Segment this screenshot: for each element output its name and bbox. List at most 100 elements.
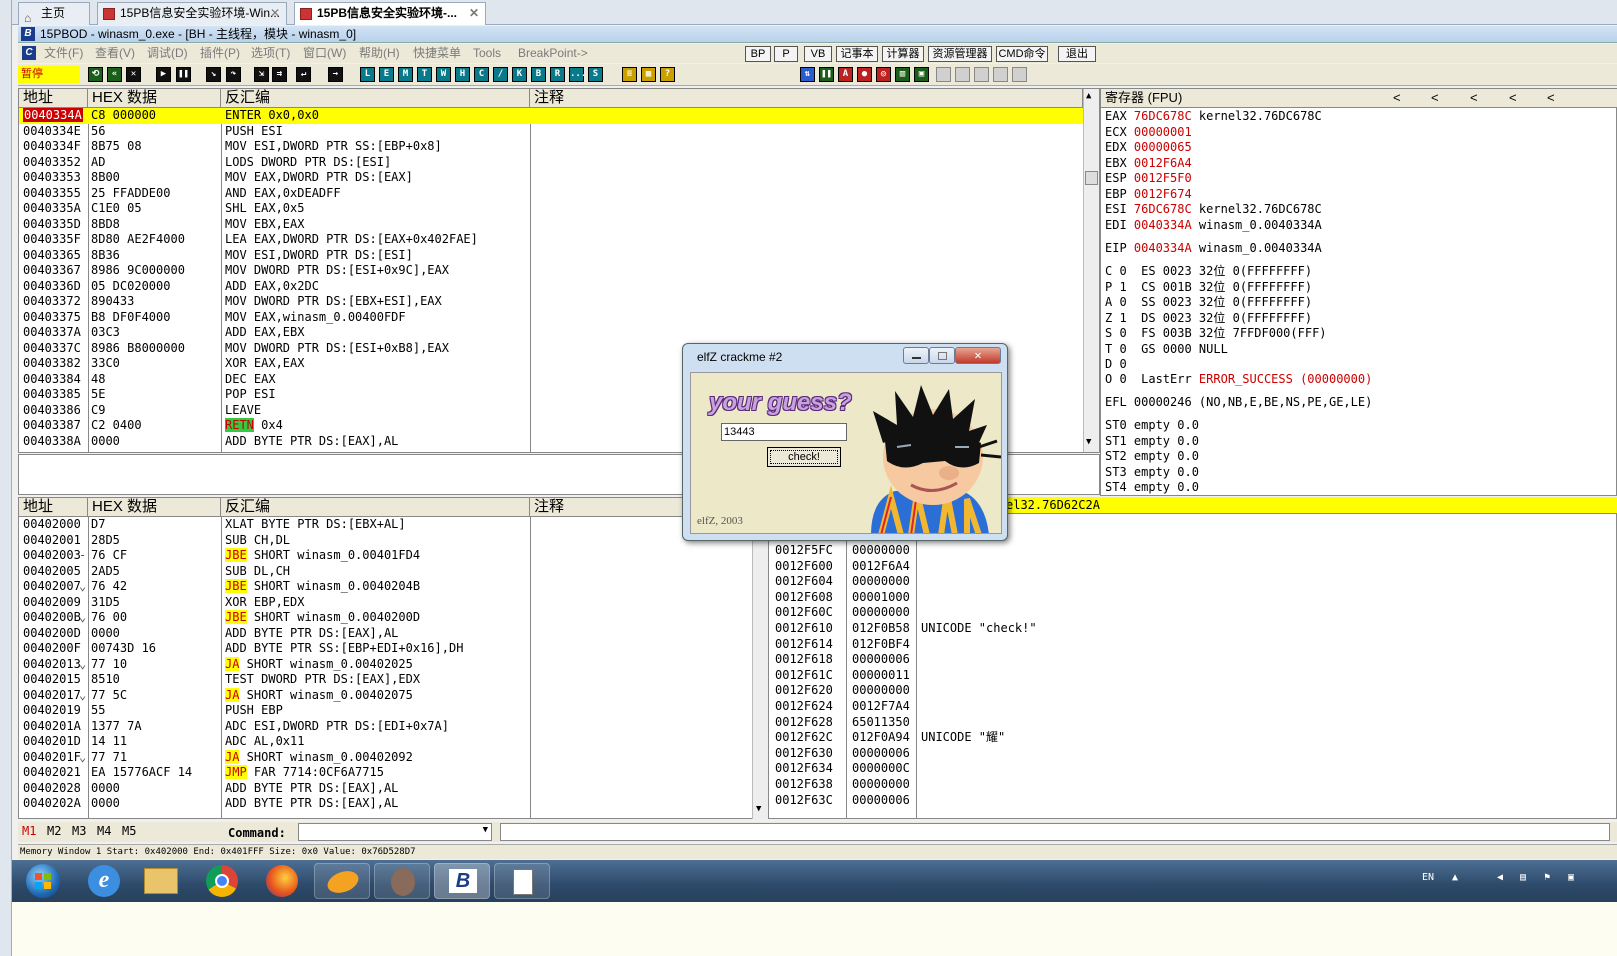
disasm-row[interactable]: 0040200F 00743D 16 ADD BYTE PTR SS:[EBP+ED… xyxy=(19,641,767,657)
disasm-row[interactable]: 00402001 28D5 SUB CH,DL xyxy=(19,533,767,549)
taskbar-od-app[interactable]: B xyxy=(434,863,490,899)
disasm-row[interactable]: 0040200D 0000 ADD BYTE PTR DS:[EAX],AL xyxy=(19,626,767,642)
disasm-row[interactable]: 0040335D 8BD8 MOV EBX,EAX xyxy=(19,217,1083,233)
start-orb-icon[interactable] xyxy=(26,864,60,898)
step-into-icon[interactable]: ↘ xyxy=(206,67,221,82)
scroll-up-icon[interactable]: ▲ xyxy=(1086,91,1091,101)
close-icon[interactable]: ✕ xyxy=(469,3,479,24)
disasm-row[interactable]: 00403372 890433 MOV DWORD PTR DS:[EBX+ESI]… xyxy=(19,294,1083,310)
disasm-row[interactable]: 0040335F 8D80 AE2F4000 LEA EAX,DWORD PTR D… xyxy=(19,232,1083,248)
menu-window[interactable]: 窗口(W) xyxy=(303,44,346,63)
check-button[interactable]: check! xyxy=(767,447,841,467)
menu-shortcut[interactable]: 快捷菜单 xyxy=(413,44,461,63)
chrome-icon[interactable] xyxy=(206,865,238,897)
toolbar-L-button[interactable]: L xyxy=(360,67,375,82)
dump-disasm-pane[interactable]: 地址 HEX 数据 反汇编 注释 00402000 D7 XLAT BYTE PTR… xyxy=(18,497,768,819)
col-header-hex[interactable]: HEX 数据 xyxy=(88,498,221,517)
register-row[interactable]: ESP 0012F5F0 xyxy=(1105,171,1192,187)
register-row[interactable]: ESI 76DC678C kernel32.76DC678C xyxy=(1105,202,1322,218)
disasm-row[interactable]: 0040201D 14 11 ADC AL,0x11 xyxy=(19,734,767,750)
menu-tools[interactable]: Tools xyxy=(473,44,501,63)
guess-input[interactable] xyxy=(721,423,847,441)
register-row[interactable]: ECX 00000001 xyxy=(1105,125,1192,141)
disasm-row[interactable]: 00403367 8986 9C000000 MOV DWORD PTR DS:[E… xyxy=(19,263,1083,279)
disasm-row[interactable]: 00403353 8B00 MOV EAX,DWORD PTR DS:[EAX] xyxy=(19,170,1083,186)
blank-tool-1-icon[interactable] xyxy=(936,67,951,82)
vb-button[interactable]: VB xyxy=(804,46,832,62)
disasm-row[interactable]: 00402019 55 PUSH EBP xyxy=(19,703,767,719)
memory-tab-m3[interactable]: M3 xyxy=(72,824,86,838)
minimize-button[interactable] xyxy=(903,347,929,364)
rewind-icon[interactable]: « xyxy=(107,67,122,82)
stack-row[interactable]: 0012F608 00001000 xyxy=(775,590,1605,606)
disasm-row[interactable]: 00402007 ⌄ 76 42 JBE SHORT winasm_0.0040204… xyxy=(19,579,767,595)
disasm-row[interactable]: 00402028 0000 ADD BYTE PTR DS:[EAX],AL xyxy=(19,781,767,797)
explorer-icon[interactable] xyxy=(144,868,178,894)
disasm-row[interactable]: 00402015 8510 TEST DWORD PTR DS:[EAX],EDX xyxy=(19,672,767,688)
memory-tab-m1[interactable]: M1 xyxy=(22,824,36,838)
menu-view[interactable]: 查看(V) xyxy=(95,44,135,63)
flag-row[interactable]: Z 1 DS 0023 32位 0(FFFFFFFF) xyxy=(1105,311,1312,327)
fpu-row[interactable]: ST4 empty 0.0 xyxy=(1105,480,1199,496)
menu-debug[interactable]: 调试(D) xyxy=(147,44,188,63)
dump-scrollbar[interactable]: ▼ xyxy=(752,516,768,819)
register-row[interactable]: EDI 0040334A winasm_0.0040334A xyxy=(1105,218,1322,234)
explorer-button[interactable]: 资源管理器 xyxy=(928,46,992,62)
stack-row[interactable]: 0012F624 0012F7A4 xyxy=(775,699,1605,715)
close-button[interactable]: ✕ xyxy=(955,347,1001,364)
disasm-row[interactable]: 00403365 8B36 MOV ESI,DWORD PTR DS:[ESI] xyxy=(19,248,1083,264)
crackme-dialog[interactable]: elfZ crackme #2 ✕ your guess? check! elf… xyxy=(682,343,1008,541)
toolbar-M-button[interactable]: M xyxy=(398,67,413,82)
flag-row[interactable]: A 0 SS 0023 32位 0(FFFFFFFF) xyxy=(1105,295,1312,311)
menu-file[interactable]: 文件(F) xyxy=(44,44,83,63)
register-row[interactable]: EDX 00000065 xyxy=(1105,140,1192,156)
disasm-row[interactable]: 00403355 25 FFADDE00 AND EAX,0xDEADFF xyxy=(19,186,1083,202)
disasm-row[interactable]: 00402005 2AD5 SUB DL,CH xyxy=(19,564,767,580)
fpu-row[interactable]: ST3 empty 0.0 xyxy=(1105,465,1199,481)
register-row[interactable]: EBX 0012F6A4 xyxy=(1105,156,1192,172)
nav-left-icon[interactable]: < xyxy=(1509,89,1517,107)
col-header-disasm[interactable]: 反汇编 xyxy=(221,89,530,108)
toolbar-E-button[interactable]: E xyxy=(379,67,394,82)
record-icon[interactable]: ● xyxy=(857,67,872,82)
ie-icon[interactable]: e xyxy=(88,865,120,897)
trace-over-icon[interactable]: ⇉ xyxy=(272,67,287,82)
flag-row[interactable]: D 0 xyxy=(1105,357,1127,373)
tab-lab-env-1[interactable]: 15PB信息安全实验环境-Win... ✕ xyxy=(97,2,287,25)
tab-home[interactable]: ⌂ 主页 xyxy=(18,2,90,25)
grid-icon[interactable]: ▦ xyxy=(641,67,656,82)
toolbar-H-button[interactable]: H xyxy=(455,67,470,82)
taskbar-avatar-app[interactable] xyxy=(374,863,430,899)
disasm-row[interactable]: 0040336D 05 DC020000 ADD EAX,0x2DC xyxy=(19,279,1083,295)
menu-help[interactable]: 帮助(H) xyxy=(359,44,400,63)
blank-tool-3-icon[interactable] xyxy=(974,67,989,82)
refresh-icon[interactable]: ⇅ xyxy=(800,67,815,82)
disasm-row[interactable]: 00403352 AD LODS DWORD PTR DS:[ESI] xyxy=(19,155,1083,171)
col-header-disasm[interactable]: 反汇编 xyxy=(221,498,530,517)
stack-row[interactable]: 0012F614 012F0BF4 xyxy=(775,637,1605,653)
scroll-down-icon[interactable]: ▼ xyxy=(756,804,761,814)
flag-row[interactable]: T 0 GS 0000 NULL xyxy=(1105,342,1228,358)
disasm-row[interactable]: 0040334F 8B75 08 MOV ESI,DWORD PTR SS:[EBP… xyxy=(19,139,1083,155)
disasm-row[interactable]: 00402003-76 CF JBE SHORT winasm_0.00401FD… xyxy=(19,548,767,564)
stack-row[interactable]: 0012F628 65011350 xyxy=(775,715,1605,731)
fpu-row[interactable]: ST2 empty 0.0 xyxy=(1105,449,1199,465)
disasm-row[interactable]: 00402013 ⌄ 77 10 JA SHORT winasm_0.00402025 xyxy=(19,656,767,673)
toolbar-C-button[interactable]: C xyxy=(474,67,489,82)
toolbar-S-button[interactable]: S xyxy=(588,67,603,82)
maximize-button[interactable] xyxy=(929,347,955,364)
disasm-row[interactable]: 0040335A C1E0 05 SHL EAX,0x5 xyxy=(19,201,1083,217)
stack-top-row[interactable]: el32.76D62C2A xyxy=(1006,497,1617,513)
stack-row[interactable]: 0012F620 00000000 xyxy=(775,683,1605,699)
list-icon[interactable]: ≡ xyxy=(622,67,637,82)
trace-into-icon[interactable]: ⇲ xyxy=(254,67,269,82)
stack-row[interactable]: 0012F60C 00000000 xyxy=(775,605,1605,621)
menu-options[interactable]: 选项(T) xyxy=(251,44,290,63)
stack-row[interactable]: 0012F61C 00000011 xyxy=(775,668,1605,684)
flag-row[interactable]: P 1 CS 001B 32位 0(FFFFFFFF) xyxy=(1105,280,1312,296)
disasm-row[interactable]: 0040337A 03C3 ADD EAX,EBX xyxy=(19,325,1083,341)
menu-plugins[interactable]: 插件(P) xyxy=(200,44,240,63)
toolbar-K-button[interactable]: K xyxy=(512,67,527,82)
stack-row[interactable]: 0012F630 00000006 xyxy=(775,746,1605,762)
disasm-row[interactable]: 0040334E 56 PUSH ESI xyxy=(19,124,1083,140)
